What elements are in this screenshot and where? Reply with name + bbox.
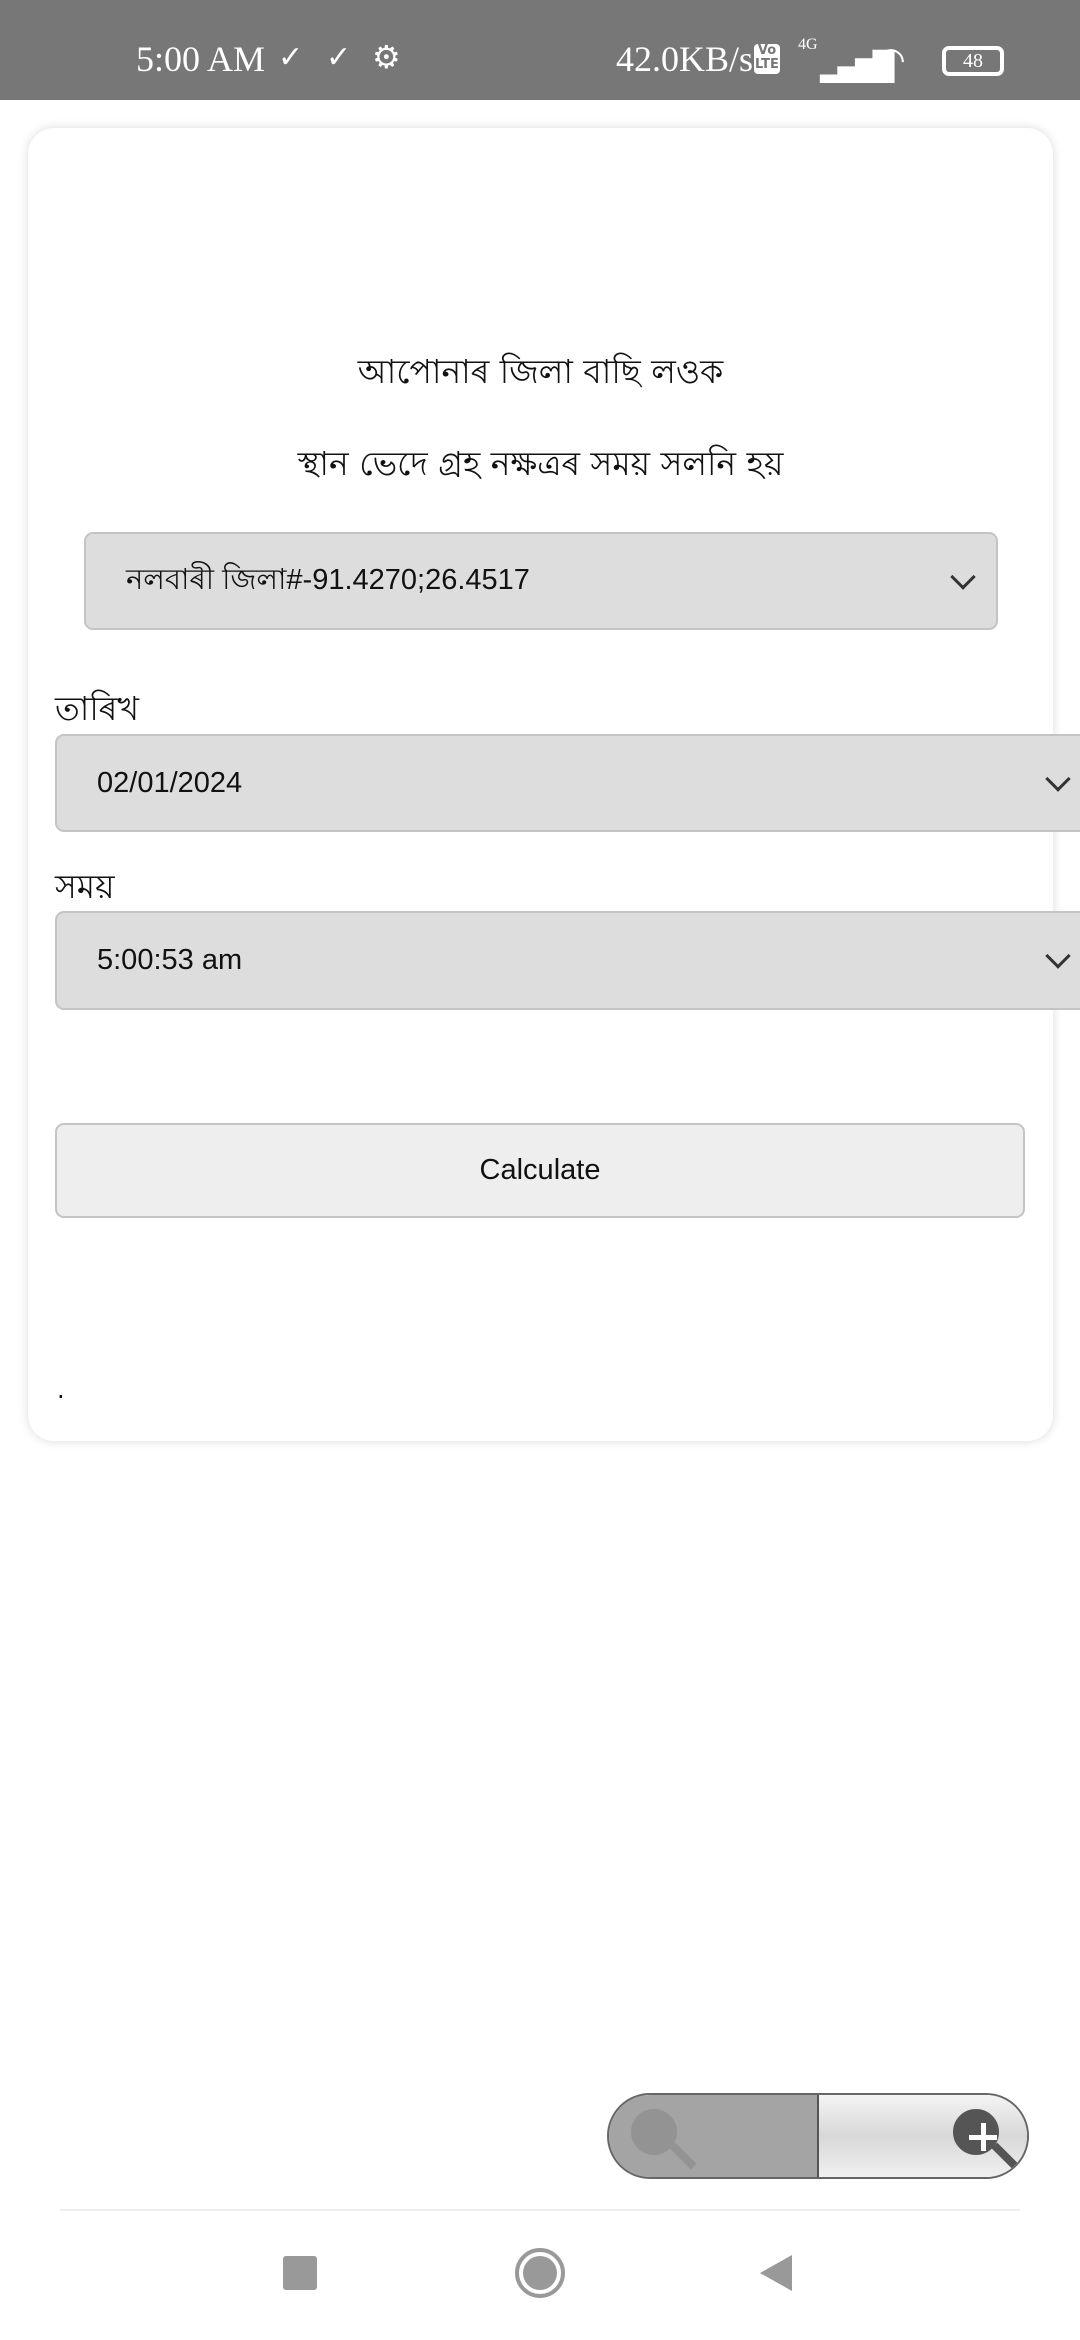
volte-icon: Vo LTE <box>754 43 780 74</box>
chevron-down-icon <box>1045 943 1071 969</box>
chevron-down-icon <box>1045 766 1071 792</box>
zoom-in-icon <box>953 2109 999 2155</box>
page-subtitle: স্থান ভেদে গ্ৰহ নক্ষত্ৰৰ সময় সলনি হয় <box>297 444 784 483</box>
time-select[interactable]: 5:00:53 am <box>55 911 1080 1010</box>
zoom-controls <box>607 2093 1029 2179</box>
nav-divider <box>60 2209 1020 2211</box>
date-value: 02/01/2024 <box>97 766 243 799</box>
page-title: আপোনাৰ জিলা বাছি লওক <box>357 352 724 391</box>
zoom-in-button[interactable] <box>819 2095 1027 2177</box>
calculate-button[interactable]: Calculate <box>55 1123 1025 1218</box>
district-value: নলবাৰী জিলা#-91.4270;26.4517 <box>126 563 530 596</box>
check-icon: ✓ <box>278 40 304 75</box>
status-time: 5:00 AM <box>136 39 266 79</box>
zoom-out-button[interactable] <box>609 2095 819 2177</box>
nav-back-button[interactable] <box>760 2255 792 2291</box>
minus-sign <box>647 2134 675 2140</box>
battery-icon: 48 <box>942 46 1004 76</box>
wifi-icon: ◠ <box>876 40 906 80</box>
date-label: তাৰিখ <box>55 689 140 728</box>
status-bar: 5:00 AM ✓ ✓ ⚙ 42.0KB/s Vo LTE 4G ▂▄▆█ ◠ … <box>0 0 1080 100</box>
result-text: . <box>57 1376 65 1404</box>
check-icon: ✓ <box>326 40 352 75</box>
network-type: 4G <box>798 36 818 53</box>
nav-recents-button[interactable] <box>283 2256 317 2290</box>
date-select[interactable]: 02/01/2024 <box>55 734 1080 832</box>
gear-icon: ⚙ <box>372 38 401 76</box>
nav-home-button[interactable] <box>515 2248 565 2298</box>
zoom-out-icon <box>631 2109 677 2155</box>
net-speed: 42.0KB/s <box>616 39 754 79</box>
time-label: সময় <box>55 867 115 906</box>
chevron-down-icon <box>950 564 976 590</box>
time-value: 5:00:53 am <box>97 944 243 976</box>
district-select[interactable]: নলবাৰী জিলা#-91.4270;26.4517 <box>84 532 998 630</box>
main-card: আপোনাৰ জিলা বাছি লওক স্থান ভেদে গ্ৰহ নক্… <box>28 128 1080 1441</box>
plus-sign <box>981 2123 986 2151</box>
circle-icon <box>523 2256 557 2290</box>
